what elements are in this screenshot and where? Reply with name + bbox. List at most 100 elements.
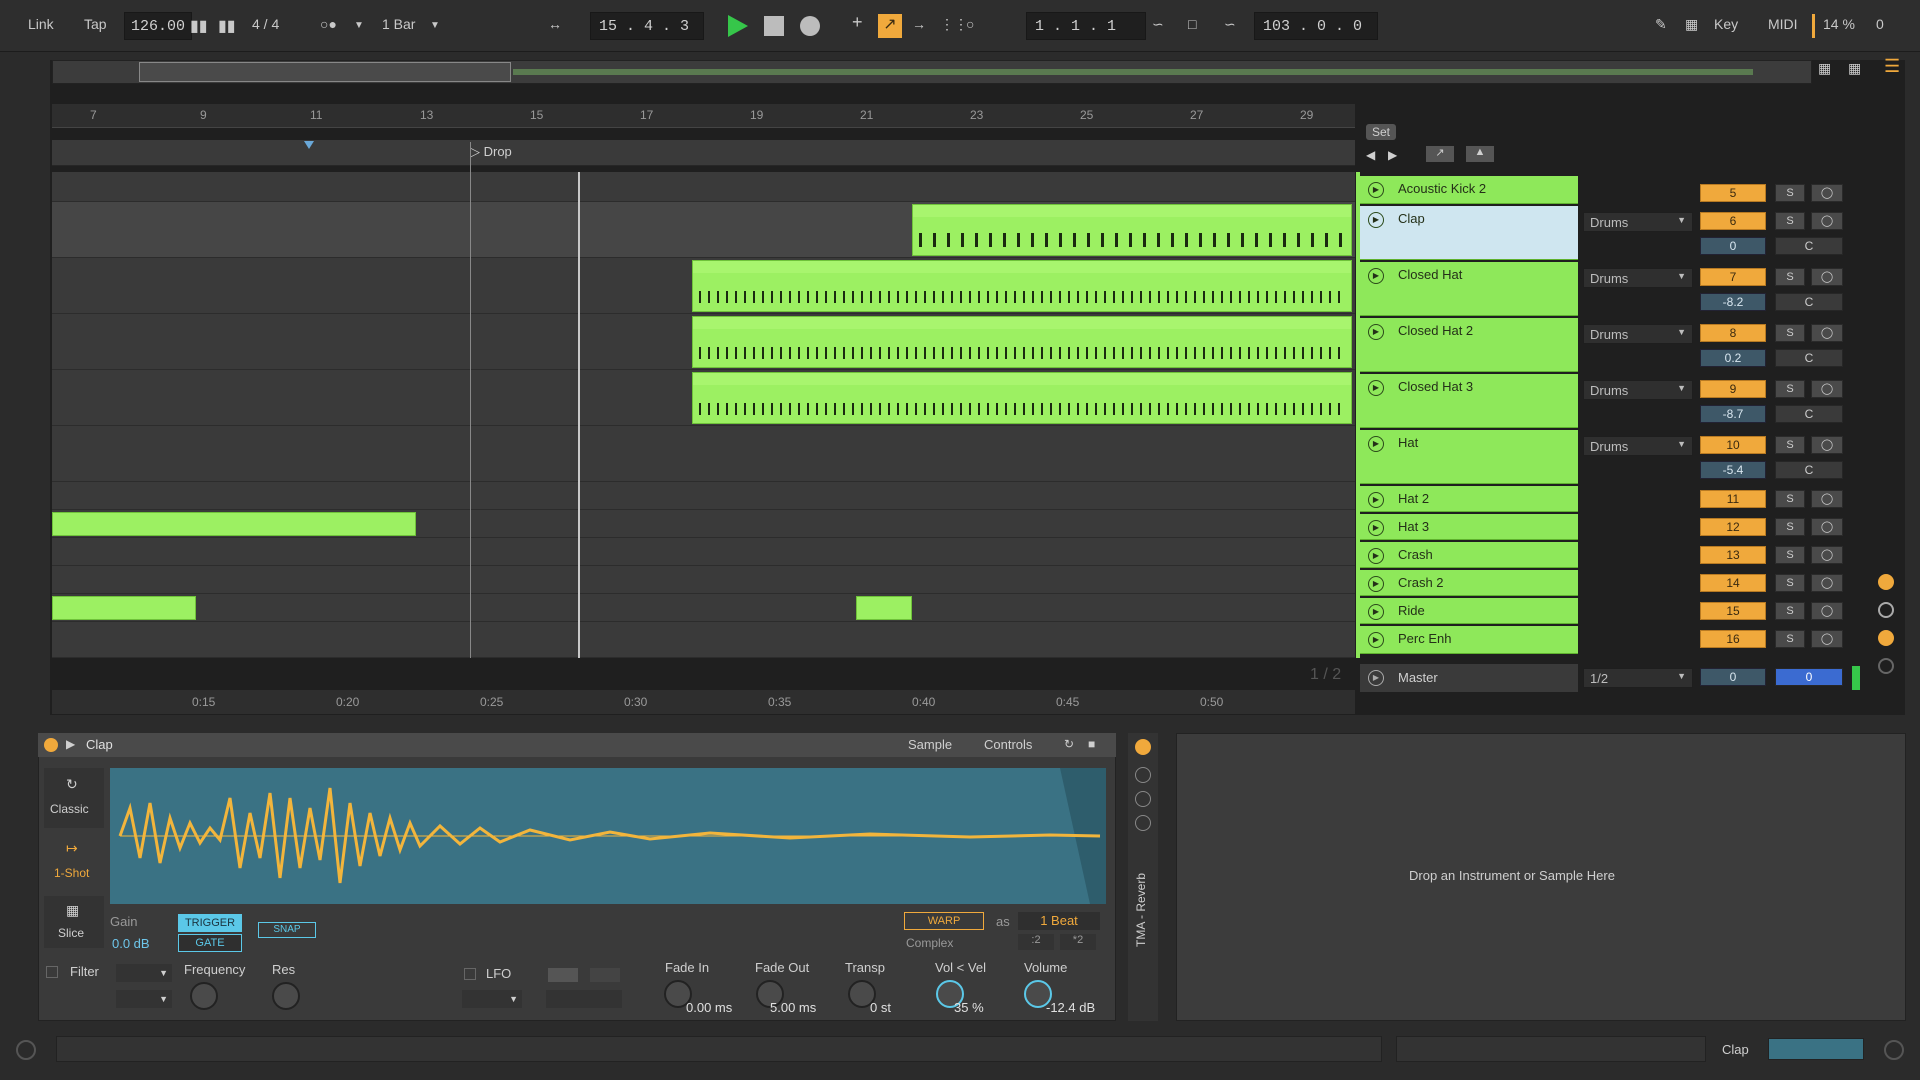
instrument-drop-zone[interactable]: Drop an Instrument or Sample Here: [1176, 733, 1906, 1021]
lane-acoustic-kick-2[interactable]: [52, 172, 1355, 202]
trigger-button[interactable]: TRIGGER: [178, 914, 242, 932]
info-toggle-icon[interactable]: [16, 1040, 36, 1060]
clip[interactable]: [52, 512, 416, 536]
midi-map-button[interactable]: MIDI: [1768, 16, 1798, 32]
track-activator[interactable]: 13: [1700, 546, 1766, 564]
route-clap[interactable]: Drums ▼: [1583, 212, 1693, 232]
track-volume[interactable]: -8.2: [1700, 293, 1766, 311]
track-play-icon[interactable]: ▶: [1368, 548, 1384, 564]
half-tempo-button[interactable]: :2: [1018, 934, 1054, 950]
clip-thumbnail[interactable]: [1768, 1038, 1864, 1060]
track-hat[interactable]: ▶ Hat: [1360, 430, 1578, 484]
prev-locator-icon[interactable]: ◀: [1366, 148, 1375, 162]
vol-vel-value[interactable]: 35 %: [954, 1000, 984, 1015]
arm-icon[interactable]: ◯: [1811, 518, 1843, 536]
track-activator[interactable]: 6: [1700, 212, 1766, 230]
overview-viewport[interactable]: [139, 62, 511, 82]
track-pan[interactable]: C: [1775, 461, 1843, 479]
filter-slope-menu[interactable]: ▼: [116, 990, 172, 1008]
gate-button[interactable]: GATE: [178, 934, 242, 952]
link-button[interactable]: Link: [28, 16, 54, 32]
track-crash-2[interactable]: ▶ Crash 2: [1360, 570, 1578, 596]
io-toggle-icon[interactable]: [1878, 574, 1894, 590]
track-closed-hat[interactable]: ▶ Closed Hat: [1360, 262, 1578, 316]
lane-hat[interactable]: [52, 426, 1355, 482]
track-volume[interactable]: 0: [1700, 237, 1766, 255]
device-expand-icon[interactable]: ▶: [66, 737, 75, 751]
clip[interactable]: [52, 596, 196, 620]
stop-icon[interactable]: [764, 16, 784, 36]
snap-button[interactable]: SNAP: [258, 922, 316, 938]
lane-hat-3[interactable]: [52, 510, 1355, 538]
solo-button[interactable]: S: [1775, 630, 1805, 648]
clip[interactable]: [692, 316, 1352, 368]
loop-switch-icon[interactable]: □: [1188, 16, 1196, 32]
track-pan[interactable]: C: [1775, 237, 1843, 255]
track-acoustic-kick-2[interactable]: ▶ Acoustic Kick 2: [1360, 176, 1578, 204]
nudge-up-icon[interactable]: ▮▮: [218, 16, 236, 36]
track-lanes[interactable]: [52, 142, 1355, 658]
tempo-field[interactable]: 126.00: [124, 12, 193, 40]
crossfader-toggle-icon[interactable]: [1878, 658, 1894, 674]
quantize-menu[interactable]: 1 Bar: [382, 16, 415, 32]
gain-value[interactable]: 0.0 dB: [112, 936, 150, 951]
arm-icon[interactable]: ◯: [1811, 602, 1843, 620]
lane-clap[interactable]: [52, 202, 1355, 258]
arm-icon[interactable]: ◯: [1811, 436, 1843, 454]
lfo-sync-beat-button[interactable]: [590, 968, 620, 982]
automation-arm-icon[interactable]: ↗: [878, 14, 902, 38]
solo-button[interactable]: S: [1775, 212, 1805, 230]
solo-button[interactable]: S: [1775, 184, 1805, 202]
signature-field[interactable]: 4 / 4: [252, 16, 279, 32]
track-pan[interactable]: C: [1775, 293, 1843, 311]
track-play-icon[interactable]: ▶: [1368, 182, 1384, 198]
bar-ruler[interactable]: 7 9 11 13 15 17 19 21 23 25 27 29: [52, 104, 1355, 128]
overdub-icon[interactable]: +: [852, 12, 863, 33]
tap-button[interactable]: Tap: [84, 16, 107, 32]
route-closed-hat-3[interactable]: Drums ▼: [1583, 380, 1693, 400]
track-activator[interactable]: 10: [1700, 436, 1766, 454]
double-tempo-button[interactable]: *2: [1060, 934, 1096, 950]
track-activator[interactable]: 14: [1700, 574, 1766, 592]
lane-closed-hat[interactable]: [52, 258, 1355, 314]
knob-icon[interactable]: [1135, 767, 1151, 783]
warp-beat-field[interactable]: 1 Beat: [1018, 912, 1100, 930]
tab-sample[interactable]: Sample: [908, 737, 952, 752]
lfo-wave-menu[interactable]: ▼: [462, 990, 522, 1008]
track-play-icon[interactable]: ▶: [1368, 436, 1384, 452]
track-play-icon[interactable]: ▶: [1368, 380, 1384, 396]
lane-crash[interactable]: [52, 538, 1355, 566]
filter-checkbox[interactable]: [46, 966, 58, 978]
lane-perc-enh[interactable]: [52, 622, 1355, 658]
time-ruler[interactable]: 0:15 0:20 0:25 0:30 0:35 0:40 0:45 0:50: [52, 690, 1355, 714]
reenable-automation-icon[interactable]: →: [912, 16, 926, 32]
arm-icon[interactable]: ◯: [1811, 268, 1843, 286]
solo-button[interactable]: S: [1775, 546, 1805, 564]
route-closed-hat-2[interactable]: Drums ▼: [1583, 324, 1693, 344]
session-record-icon[interactable]: ○: [966, 16, 974, 32]
record-icon[interactable]: [800, 16, 820, 36]
master-cue[interactable]: 0: [1775, 668, 1843, 686]
track-play-icon[interactable]: ▶: [1368, 268, 1384, 284]
hot-swap-icon[interactable]: ↻: [1064, 737, 1074, 751]
mode-classic[interactable]: ↻ Classic: [44, 768, 104, 828]
solo-button[interactable]: S: [1775, 380, 1805, 398]
track-activator[interactable]: 5: [1700, 184, 1766, 202]
track-volume[interactable]: 0.2: [1700, 349, 1766, 367]
lane-closed-hat-3[interactable]: [52, 370, 1355, 426]
detail-toggle-icon[interactable]: [1884, 1040, 1904, 1060]
arm-icon[interactable]: ◯: [1811, 490, 1843, 508]
track-closed-hat-2[interactable]: ▶ Closed Hat 2: [1360, 318, 1578, 372]
track-perc-enh[interactable]: ▶ Perc Enh: [1360, 626, 1578, 654]
loop-start-field[interactable]: 1 . 1 . 1: [1026, 12, 1146, 40]
lane-closed-hat-2[interactable]: [52, 314, 1355, 370]
capture-icon[interactable]: ⋮⋮: [940, 16, 968, 33]
sample-waveform[interactable]: [110, 768, 1106, 904]
metronome-icon[interactable]: ○●: [320, 16, 337, 32]
track-volume[interactable]: -8.7: [1700, 405, 1766, 423]
route-hat[interactable]: Drums ▼: [1583, 436, 1693, 456]
play-icon[interactable]: [728, 15, 748, 37]
lfo-checkbox[interactable]: [464, 968, 476, 980]
track-pan[interactable]: C: [1775, 405, 1843, 423]
collapse-icon[interactable]: ▲: [1466, 146, 1494, 162]
